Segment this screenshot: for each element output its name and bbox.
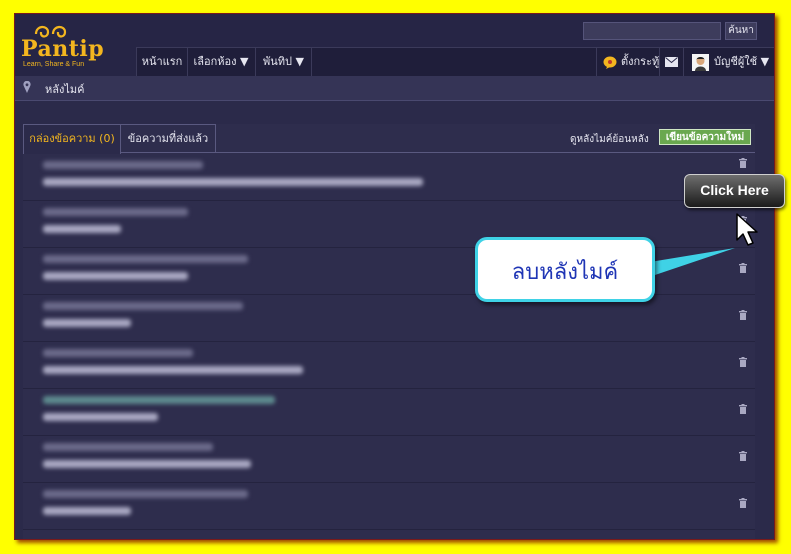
search-input[interactable]	[583, 22, 721, 40]
message-subject	[43, 413, 158, 421]
view-history-link[interactable]: ดูหลังไมค์ย้อนหลัง	[570, 132, 649, 147]
click-here-text: Click Here	[700, 182, 769, 198]
breadcrumb-label: หลังไมค์	[45, 83, 85, 96]
nav-home[interactable]: หน้าแรก	[136, 48, 188, 77]
message-subject	[43, 366, 303, 374]
message-row[interactable]	[23, 295, 755, 342]
pantip-logo[interactable]: Pantip Learn, Share & Fun	[21, 22, 121, 72]
logo-tagline: Learn, Share & Fun	[23, 61, 85, 68]
message-subject	[43, 507, 131, 515]
message-tabs: กล่องข้อความ (0) ข้อความที่ส่งแล้ว ดูหลั…	[23, 124, 755, 154]
message-sender	[43, 208, 188, 216]
delete-callout: ลบหลังไมค์	[475, 237, 655, 302]
message-subject	[43, 319, 131, 327]
trash-icon[interactable]	[739, 263, 747, 273]
nav-account[interactable]: บัญชีผู้ใช้ ▼	[683, 48, 774, 77]
nav-create-topic[interactable]: ตั้งกระทู้	[596, 48, 659, 77]
nav-messages[interactable]	[659, 48, 683, 77]
tab-sent[interactable]: ข้อความที่ส่งแล้ว	[120, 124, 216, 152]
message-row[interactable]	[23, 154, 755, 201]
message-panel: กล่องข้อความ (0) ข้อความที่ส่งแล้ว ดูหลั…	[23, 124, 755, 539]
message-subject	[43, 225, 121, 233]
message-sender	[43, 443, 213, 451]
create-topic-label: ตั้งกระทู้	[621, 55, 660, 68]
message-row[interactable]	[23, 483, 755, 530]
message-subject	[43, 178, 423, 186]
trash-icon[interactable]	[739, 357, 747, 367]
new-message-button[interactable]: เขียนข้อความใหม่	[659, 129, 751, 145]
message-sender	[43, 490, 248, 498]
avatar	[692, 54, 709, 71]
nav-pantip[interactable]: พันทิป ▼	[256, 48, 312, 77]
trash-icon[interactable]	[739, 404, 747, 414]
mouse-pointer-icon	[736, 213, 758, 246]
message-sender	[43, 161, 203, 169]
message-row[interactable]	[23, 342, 755, 389]
message-sender	[43, 255, 248, 263]
trash-icon[interactable]	[739, 310, 747, 320]
account-label: บัญชีผู้ใช้ ▼	[714, 55, 770, 68]
message-subject	[43, 460, 251, 468]
location-pin-icon	[23, 81, 31, 93]
tab-inbox[interactable]: กล่องข้อความ (0)	[23, 124, 121, 154]
main-nav: หน้าแรก เลือกห้อง ▼ พันทิป ▼ ตั้งกระทู้	[136, 47, 774, 77]
search-button[interactable]: ค้นหา	[725, 22, 757, 40]
create-topic-icon	[603, 56, 617, 69]
trash-icon[interactable]	[739, 158, 747, 168]
message-row[interactable]	[23, 389, 755, 436]
message-row[interactable]	[23, 436, 755, 483]
trash-icon[interactable]	[739, 451, 747, 461]
pantip-window: Pantip Learn, Share & Fun ค้นหา หน้าแรก …	[14, 13, 775, 540]
callout-text: ลบหลังไมค์	[511, 260, 619, 285]
logo-text: Pantip	[21, 36, 105, 62]
click-here-badge: Click Here	[684, 174, 785, 208]
message-subject	[43, 272, 188, 280]
nav-select-room[interactable]: เลือกห้อง ▼	[187, 48, 256, 77]
message-sender	[43, 302, 243, 310]
message-sender	[43, 349, 193, 357]
breadcrumb: หลังไมค์	[15, 76, 774, 101]
message-sender	[43, 396, 275, 404]
site-header: Pantip Learn, Share & Fun ค้นหา หน้าแรก …	[15, 14, 774, 77]
envelope-icon	[665, 57, 678, 67]
trash-icon[interactable]	[739, 498, 747, 508]
